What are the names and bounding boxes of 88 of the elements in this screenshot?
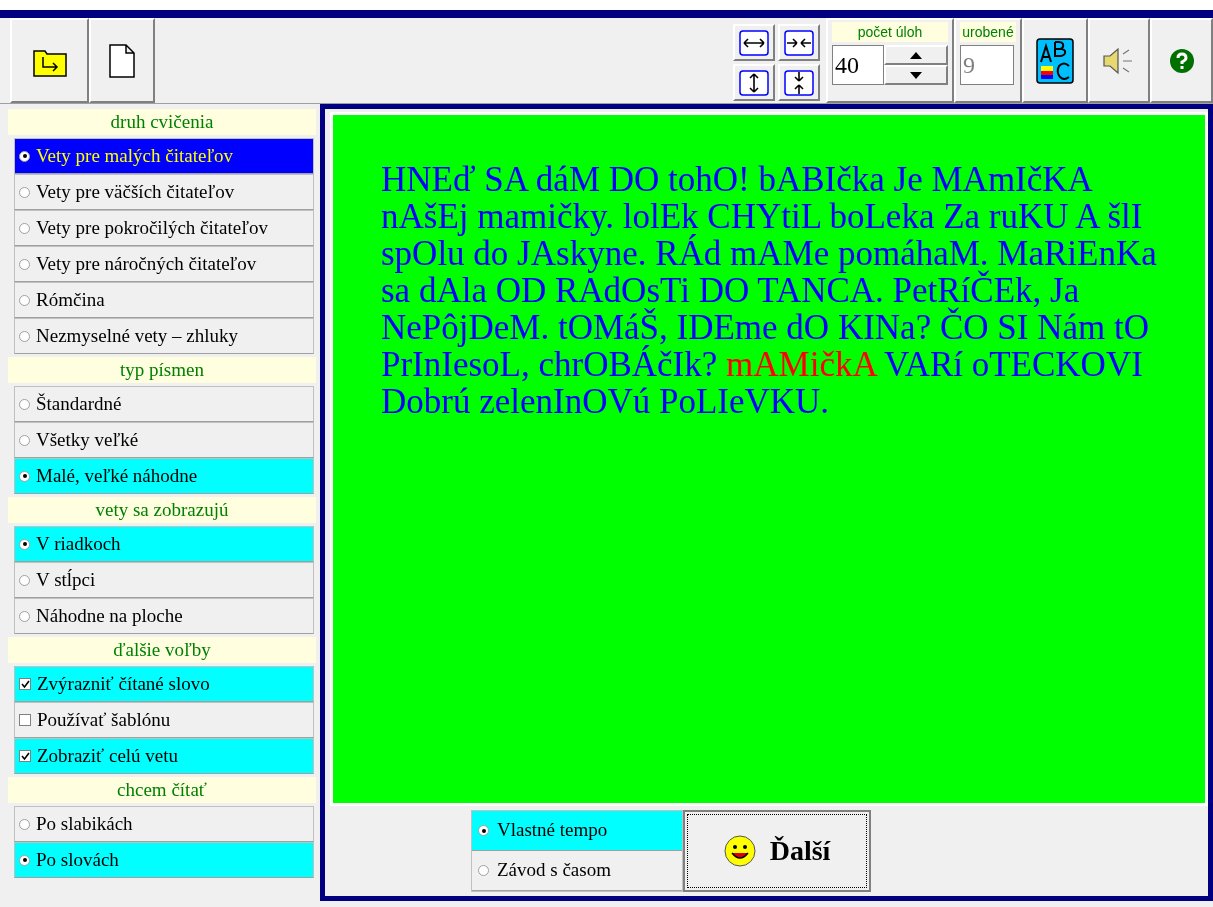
- option-label: Zobraziť celú vetu: [37, 743, 179, 768]
- spelling-button[interactable]: [1022, 18, 1088, 103]
- letters-icon: [1036, 37, 1074, 84]
- radio-option[interactable]: Vlastné tempo: [472, 811, 682, 851]
- increment-button[interactable]: [884, 45, 948, 65]
- radio-option[interactable]: Vety pre malých čitateľov: [14, 138, 314, 174]
- radio-option[interactable]: Po slabikách: [14, 806, 314, 842]
- option-label: Vety pre väčších čitateľov: [36, 179, 235, 204]
- next-button[interactable]: Ďalší: [683, 810, 871, 892]
- section-header: chcem čítať: [8, 777, 316, 803]
- radio-button[interactable]: [19, 150, 30, 162]
- section-header: ďalšie voľby: [8, 637, 316, 663]
- checkbox[interactable]: [19, 750, 31, 762]
- radio-option[interactable]: V stĺpci: [14, 562, 314, 598]
- option-label: Náhodne na ploche: [36, 603, 183, 628]
- document-icon: [109, 43, 135, 78]
- option-label: Štandardné: [36, 391, 122, 416]
- radio-button[interactable]: [19, 574, 30, 586]
- option-label: Vety pre náročných čitateľov: [36, 251, 257, 276]
- radio-option[interactable]: Vety pre pokročilých čitateľov: [14, 210, 314, 246]
- option-label: Po slovách: [36, 847, 119, 872]
- widen-button[interactable]: [733, 24, 775, 61]
- checkbox-option[interactable]: Zobraziť celú vetu: [14, 738, 314, 774]
- option-label: Vety pre malých čitateľov: [36, 143, 234, 168]
- narrow-button[interactable]: [778, 24, 820, 61]
- radio-button[interactable]: [19, 222, 30, 234]
- radio-option[interactable]: Vety pre náročných čitateľov: [14, 246, 314, 282]
- decrement-button[interactable]: [884, 65, 948, 85]
- radio-button[interactable]: [19, 398, 30, 410]
- help-button[interactable]: [1150, 18, 1213, 103]
- section-header: vety sa zobrazujú: [8, 497, 316, 523]
- shorter-button[interactable]: [778, 64, 820, 101]
- option-label: Rómčina: [36, 287, 105, 312]
- radio-button[interactable]: [19, 434, 30, 446]
- checkbox[interactable]: [19, 678, 31, 690]
- radio-option[interactable]: Vety pre väčších čitateľov: [14, 174, 314, 210]
- radio-button[interactable]: [19, 470, 30, 482]
- radio-button[interactable]: [19, 538, 30, 550]
- checkbox-option[interactable]: Používať šablónu: [14, 702, 314, 738]
- radio-button[interactable]: [19, 818, 30, 830]
- radio-button[interactable]: [19, 258, 30, 270]
- radio-option[interactable]: Nezmyselné vety – zhluky: [14, 318, 314, 354]
- checkbox[interactable]: [19, 714, 31, 726]
- option-label: Malé, veľké náhodne: [36, 463, 198, 488]
- radio-button[interactable]: [478, 825, 489, 836]
- radio-option[interactable]: Po slovách: [14, 842, 314, 878]
- radio-option[interactable]: V riadkoch: [14, 526, 314, 562]
- counter-field[interactable]: 40: [832, 45, 884, 85]
- option-label: V stĺpci: [36, 567, 96, 592]
- new-file-button[interactable]: [89, 18, 155, 103]
- option-label: Vlastné tempo: [497, 818, 608, 843]
- radio-option[interactable]: Náhodne na ploche: [14, 598, 314, 634]
- radio-button[interactable]: [19, 186, 30, 198]
- counter-label: počet úloh: [832, 22, 948, 42]
- horizontal-arrows-icon: [739, 29, 769, 56]
- option-label: Zvýrazniť čítané slovo: [37, 671, 210, 696]
- help-icon: [1168, 47, 1195, 74]
- option-label: Vety pre pokročilých čitateľov: [36, 215, 268, 240]
- smiley-icon: [723, 835, 756, 867]
- radio-button[interactable]: [19, 330, 30, 342]
- open-folder-button[interactable]: [10, 18, 89, 103]
- option-label: Nezmyselné vety – zhluky: [36, 323, 239, 348]
- option-label: Používať šablónu: [37, 707, 171, 732]
- option-label: Závod s časom: [497, 858, 611, 883]
- vertical-arrows-icon: [739, 69, 769, 96]
- section-header: typ písmen: [8, 357, 316, 383]
- up-triangle-icon: [910, 51, 922, 59]
- radio-option[interactable]: Rómčina: [14, 282, 314, 318]
- radio-button[interactable]: [19, 610, 30, 622]
- radio-button[interactable]: [478, 865, 489, 876]
- taller-button[interactable]: [733, 64, 775, 101]
- option-label: V riadkoch: [36, 531, 121, 556]
- sound-button[interactable]: [1088, 18, 1150, 103]
- option-label: Po slabikách: [36, 811, 133, 836]
- radio-option[interactable]: Štandardné: [14, 386, 314, 422]
- radio-button[interactable]: [19, 294, 30, 306]
- checkbox-option[interactable]: Zvýrazniť čítané slovo: [14, 666, 314, 702]
- inward-arrows-icon: [784, 29, 814, 56]
- vertical-inward-arrows-icon: [784, 69, 814, 96]
- down-triangle-icon: [910, 71, 922, 79]
- section-header: druh cvičenia: [8, 109, 316, 135]
- option-label: Všetky veľké: [36, 427, 139, 452]
- reading-text: HNEď SA dáM DO tohO! bABIčka Je MAmIčKA nAšEj mamičky. lolEk CHYtiL boLeka Za ruKU A šlI spOlu do JAskyne. RÁd mAMe pomáhaM. MaRiEnKa sa dAla OD RAdOsTi DO TANCA. PetRíČEk, Ja NePôjDeM. tOMáŠ, IDEme dO KINa? ČO SI Nám tO PrInIesoL, chrOBÁčIk? mAMičkA VARí oTECKOVI Dobrú zelenInOVú PoLIeVKU.: [381, 161, 1158, 420]
- radio-option[interactable]: Malé, veľké náhodne: [14, 458, 314, 494]
- done-field[interactable]: 9: [960, 45, 1014, 85]
- done-label: urobené: [960, 22, 1016, 42]
- radio-button[interactable]: [19, 854, 30, 866]
- radio-option[interactable]: Všetky veľké: [14, 422, 314, 458]
